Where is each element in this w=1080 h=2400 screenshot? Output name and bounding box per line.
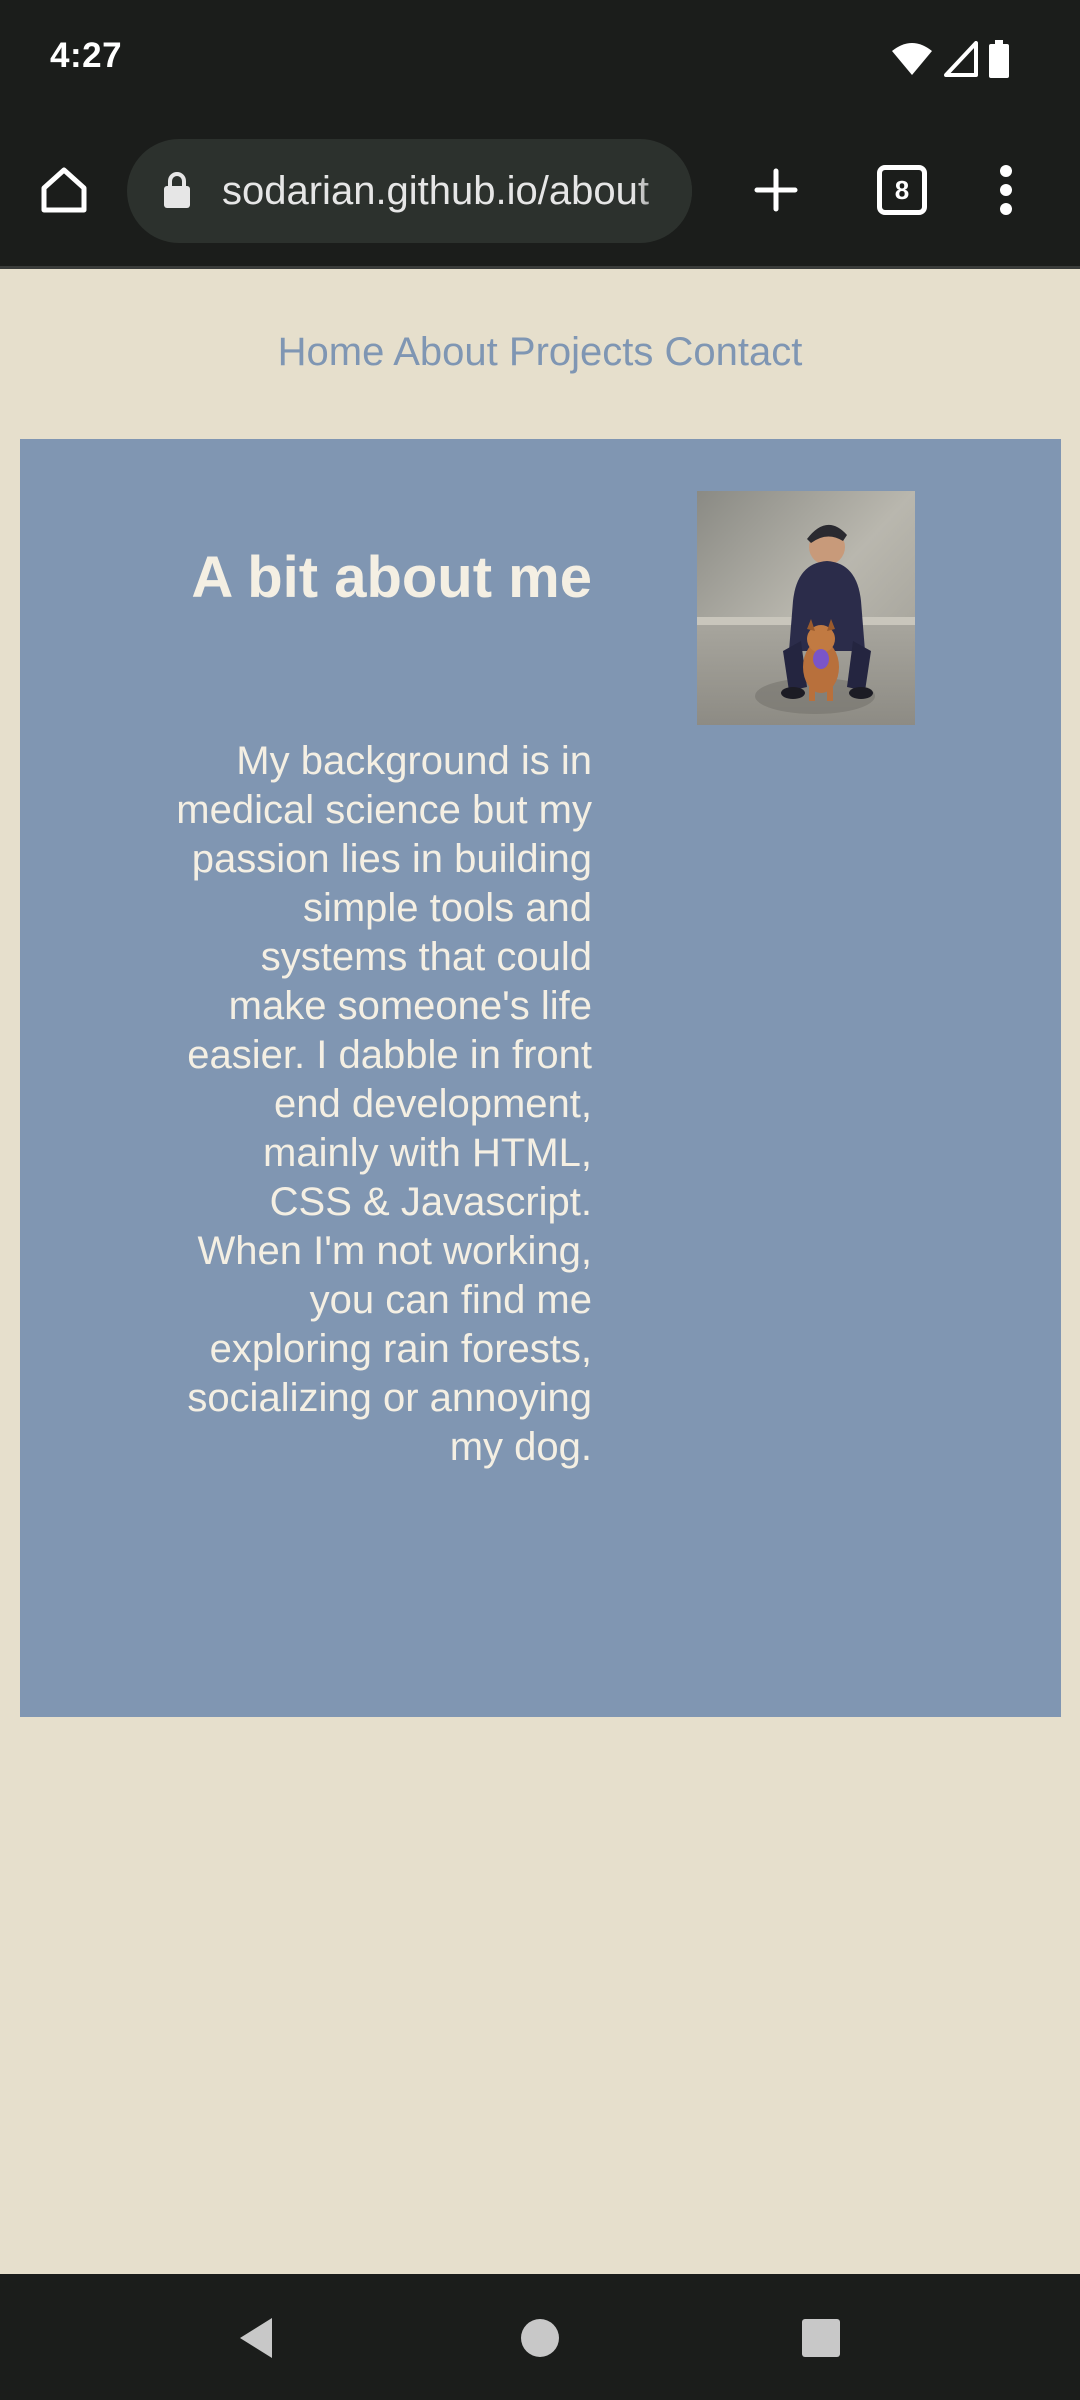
cellular-signal-icon xyxy=(944,41,978,77)
profile-photo xyxy=(697,491,915,725)
url-bar[interactable]: sodarian.github.io/about xyxy=(127,139,692,243)
more-vert-icon xyxy=(1000,165,1012,215)
wifi-icon xyxy=(892,43,932,75)
about-card: A bit about me My background is in medic… xyxy=(20,439,1061,1717)
site-nav: Home About Projects Contact xyxy=(0,330,1080,375)
new-tab-button[interactable] xyxy=(740,154,812,226)
status-bar: 4:27 xyxy=(0,0,1080,118)
system-home-button[interactable] xyxy=(504,2302,576,2374)
lock-icon xyxy=(164,172,190,208)
browser-toolbar: sodarian.github.io/about 8 xyxy=(0,118,1080,269)
nav-link-projects[interactable]: Projects xyxy=(509,330,654,374)
status-time: 4:27 xyxy=(50,36,123,75)
url-text: sodarian.github.io/about xyxy=(222,169,649,213)
home-circle-icon xyxy=(521,2319,559,2357)
url-fade xyxy=(632,139,692,243)
battery-icon xyxy=(989,40,1009,78)
system-back-button[interactable] xyxy=(220,2302,292,2374)
home-icon xyxy=(41,167,87,213)
recents-square-icon xyxy=(802,2319,840,2357)
about-text: My background is in medical science but … xyxy=(176,739,592,1469)
more-menu-button[interactable] xyxy=(970,154,1042,226)
system-nav-bar xyxy=(0,2274,1080,2400)
tab-switcher-button[interactable]: 8 xyxy=(866,154,938,226)
about-heading: A bit about me xyxy=(191,545,592,610)
nav-link-about[interactable]: About xyxy=(393,330,498,374)
browser-home-button[interactable] xyxy=(28,154,100,226)
nav-link-home[interactable]: Home xyxy=(278,330,385,374)
status-icons xyxy=(890,40,1010,78)
system-recents-button[interactable] xyxy=(785,2302,857,2374)
back-icon xyxy=(240,2318,272,2358)
tab-count: 8 xyxy=(877,165,927,215)
nav-link-contact[interactable]: Contact xyxy=(665,330,803,374)
plus-icon xyxy=(754,168,798,212)
